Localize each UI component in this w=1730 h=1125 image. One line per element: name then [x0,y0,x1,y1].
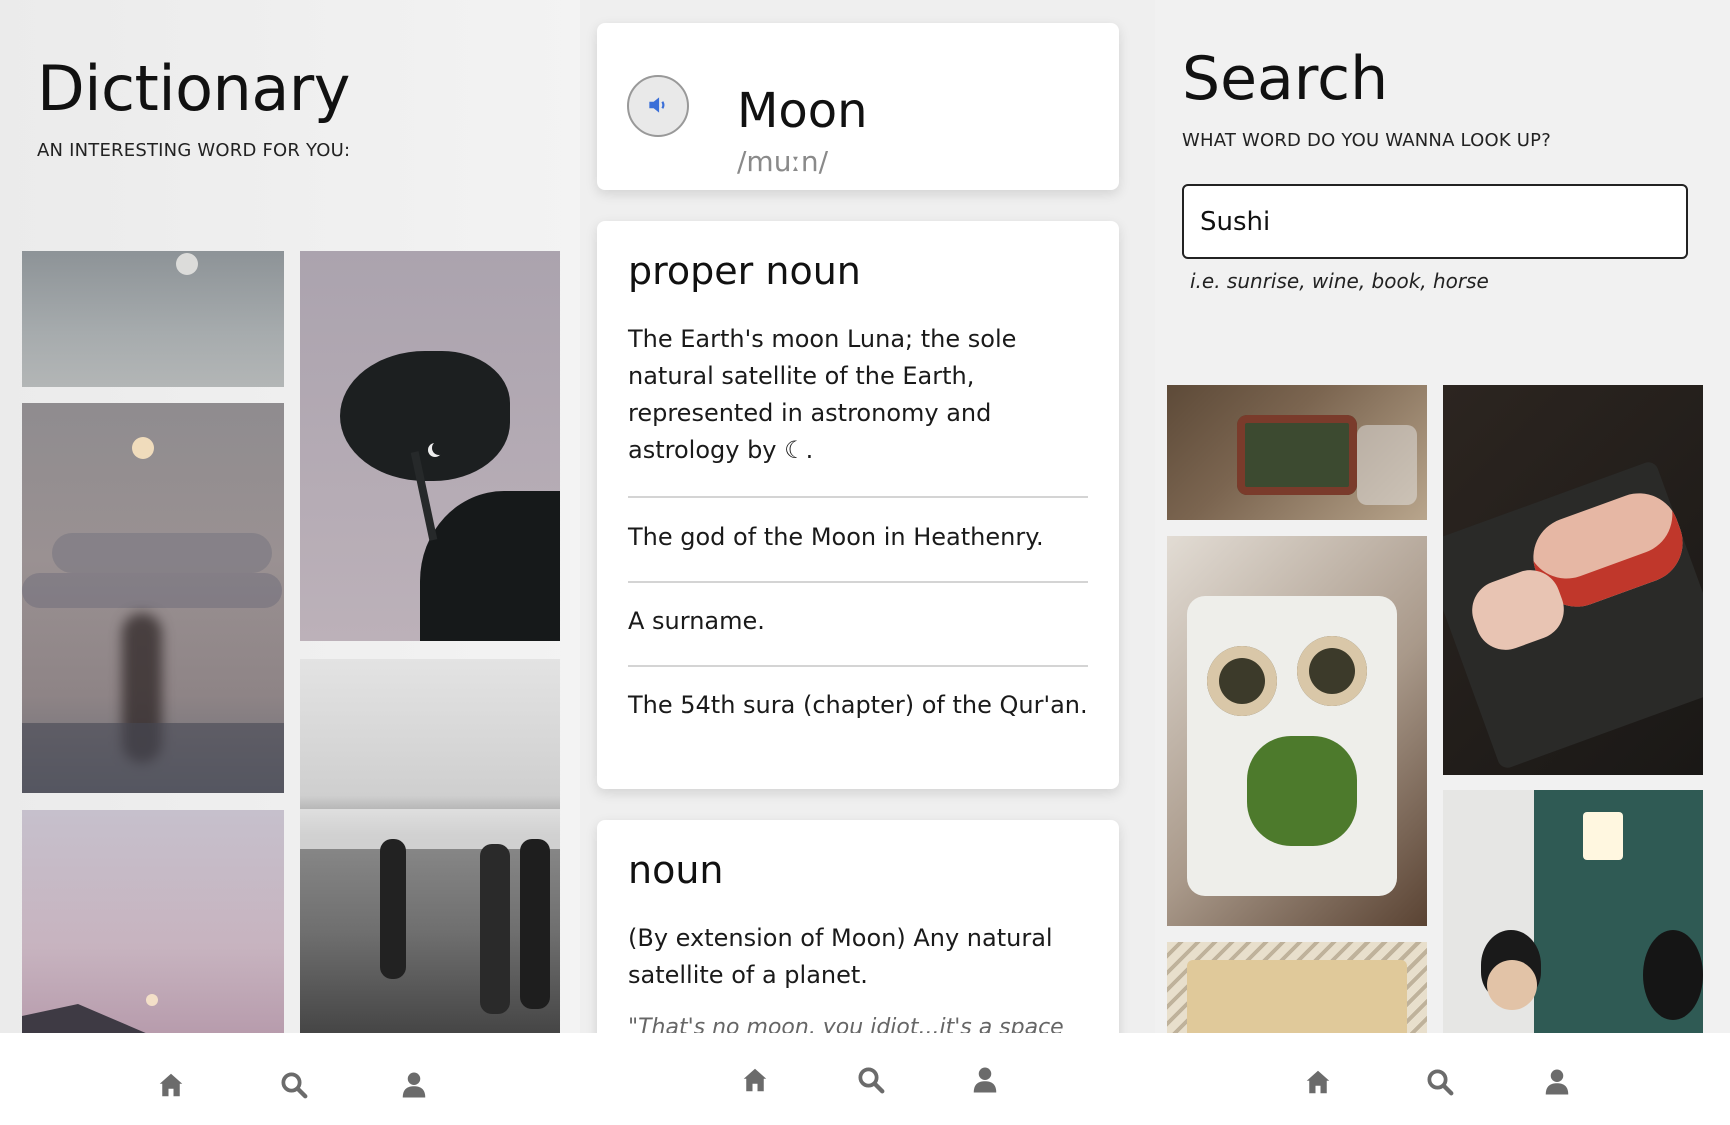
home-icon[interactable] [738,1063,772,1097]
tree-silhouette-photo[interactable] [300,251,560,641]
sushi-rolls-box-photo[interactable] [1167,536,1427,926]
definition-item: The Earth's moon Luna; the sole natural … [628,325,1017,464]
word-header-card: Moon /muːn/ [597,23,1119,190]
nigiri-tray-photo[interactable] [1443,385,1703,775]
divider [628,665,1088,667]
page-subtitle: AN INTERESTING WORD FOR YOU: [37,140,351,161]
page-title: Search [1182,44,1389,114]
divider [628,496,1088,498]
pink-horizon-photo[interactable] [22,810,284,1040]
definition-item: The 54th sura (chapter) of the Qur'an. [628,691,1088,719]
definition-item: The god of the Moon in Heathenry. [628,523,1044,551]
user-icon[interactable] [968,1063,1002,1097]
search-icon[interactable] [277,1068,311,1102]
search-hint: i.e. sunrise, wine, book, horse [1190,269,1489,293]
definition-item: (By extension of Moon) Any natural satel… [628,924,1053,989]
definition-item: A surname. [628,607,765,635]
speaker-icon [645,92,671,121]
word-detail-screen: Moon /muːn/ proper noun The Earth's moon… [580,0,1155,1125]
part-of-speech: noun [628,848,724,892]
page-title: Dictionary [37,52,351,125]
phonetic-text: /muːn/ [737,145,829,178]
search-icon[interactable] [854,1063,888,1097]
bottom-nav [580,1033,1155,1125]
beach-runners-photo[interactable] [300,659,560,1049]
bottom-nav [0,1033,580,1125]
moon-sky-photo[interactable] [22,251,284,387]
play-pronunciation-button[interactable] [627,75,689,137]
home-icon[interactable] [1301,1065,1335,1099]
divider [628,581,1088,583]
bottom-nav [1155,1033,1730,1125]
home-screen: Dictionary AN INTERESTING WORD FOR YOU: [0,0,580,1125]
word-heading: Moon [737,83,868,139]
page-subtitle: WHAT WORD DO YOU WANNA LOOK UP? [1182,130,1551,151]
search-icon[interactable] [1423,1065,1457,1099]
search-input[interactable] [1182,184,1688,259]
user-icon[interactable] [1540,1065,1574,1099]
sushi-plate-photo[interactable] [1167,385,1427,520]
user-icon[interactable] [397,1068,431,1102]
home-icon[interactable] [154,1068,188,1102]
people-dining-photo[interactable] [1443,790,1703,1050]
search-screen: Search WHAT WORD DO YOU WANNA LOOK UP? i… [1155,0,1730,1125]
part-of-speech: proper noun [628,249,861,293]
definition-card: proper noun The Earth's moon Luna; the s… [597,221,1119,789]
dusk-clouds-photo[interactable] [22,403,284,793]
